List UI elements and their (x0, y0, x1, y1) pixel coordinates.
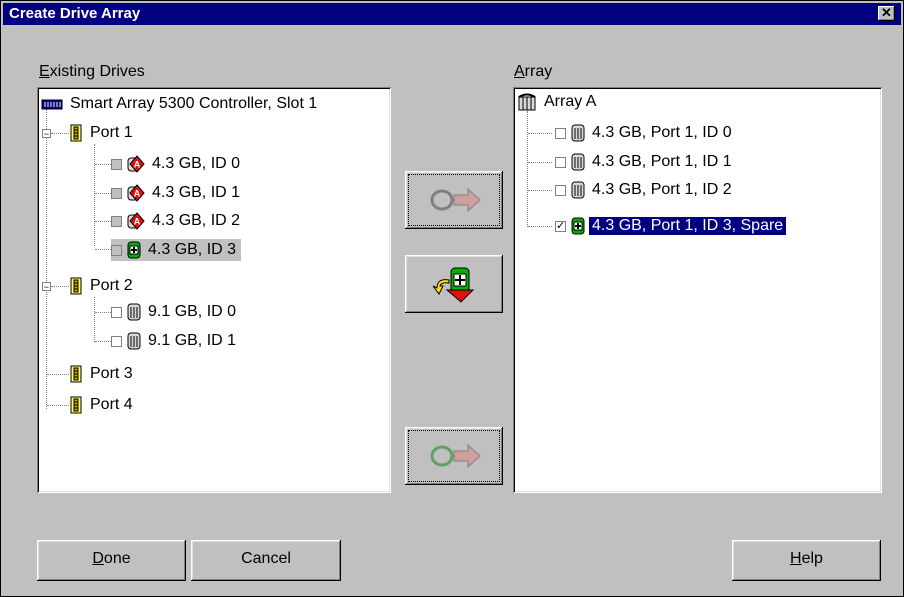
cancel-button[interactable]: Cancel (191, 540, 341, 581)
array-label-text: rray (524, 63, 553, 80)
array-tree[interactable]: Array A 4.3 GB, Port 1, ID 0 4.3 GB, Por… (513, 87, 882, 493)
drive-checkbox[interactable] (555, 156, 566, 168)
drive-checkbox[interactable] (555, 127, 566, 139)
port4-label: Port 4 (90, 396, 133, 413)
cancel-button-label: Cancel (241, 550, 291, 567)
drive-label: 4.3 GB, Port 1, ID 2 (592, 181, 732, 198)
controller-node[interactable]: Smart Array 5300 Controller, Slot 1 (41, 93, 320, 115)
drive-checkbox (111, 187, 122, 199)
done-mnemonic: D (92, 550, 104, 567)
spare-drive-assign-icon (432, 267, 475, 303)
assign-spare-button[interactable] (405, 255, 503, 313)
port1-collapse-toggle[interactable]: − (42, 129, 51, 139)
add-drive-arrow-icon (430, 187, 481, 213)
drive-checkbox (111, 244, 122, 256)
drive-node-p1-id0[interactable]: 4.3 GB, ID 0 (111, 153, 243, 175)
port-icon (69, 396, 83, 414)
drive-label: 4.3 GB, ID 1 (152, 184, 241, 201)
drive-label: 4.3 GB, ID 2 (152, 212, 241, 229)
title-bar: Create Drive Array ✕ (3, 3, 901, 25)
drive-checkbox[interactable] (555, 184, 566, 196)
drive-checkbox-checked[interactable]: ✓ (555, 220, 566, 232)
port1-label: Port 1 (90, 124, 133, 141)
controller-label: Smart Array 5300 Controller, Slot 1 (70, 95, 318, 112)
drive-label: 4.3 GB, ID 0 (152, 155, 241, 172)
help-button-label: Help (732, 540, 881, 578)
existing-drives-label-text: xisting Drives (49, 63, 145, 80)
drive-node-p2-id1[interactable]: 9.1 GB, ID 1 (111, 330, 239, 352)
port2-collapse-toggle[interactable]: − (42, 282, 51, 292)
existing-drives-label: Existing Drives (39, 63, 145, 81)
drive-icon (571, 124, 585, 142)
array-drive-id2[interactable]: 4.3 GB, Port 1, ID 2 (555, 179, 735, 201)
drive-checkbox[interactable] (111, 335, 122, 347)
port-icon (69, 277, 83, 295)
drive-checkbox (111, 215, 122, 227)
drive-label: 9.1 GB, ID 1 (148, 332, 237, 349)
help-button[interactable]: Help (732, 540, 881, 581)
done-label-text: one (103, 550, 131, 567)
drive-label: 4.3 GB, Port 1, ID 1 (592, 153, 732, 170)
add-drive-to-array-button[interactable] (405, 171, 503, 229)
remove-drive-arrow-icon (430, 443, 481, 469)
port1-node[interactable]: Port 1 (69, 122, 136, 144)
drive-label: 9.1 GB, ID 0 (148, 303, 237, 320)
assigned-drive-icon (127, 212, 145, 230)
done-button[interactable]: Done (37, 540, 186, 581)
array-a-label: Array A (544, 93, 597, 110)
array-mnemonic: A (514, 63, 525, 80)
existing-drives-tree[interactable]: − − Smart Array 5300 Controller, Slot 1 … (37, 87, 391, 493)
drive-label: 4.3 GB, ID 3 (148, 241, 237, 258)
drive-node-p1-id3[interactable]: 4.3 GB, ID 3 (111, 239, 242, 261)
array-a-node[interactable]: Array A (517, 91, 599, 113)
drive-checkbox[interactable] (111, 306, 122, 318)
drive-icon (571, 181, 585, 199)
remove-drive-button[interactable] (405, 427, 503, 485)
close-button[interactable]: ✕ (878, 6, 895, 21)
spare-drive-icon (571, 217, 585, 235)
dialog-title: Create Drive Array (9, 5, 141, 22)
drive-node-p1-id1[interactable]: 4.3 GB, ID 1 (111, 182, 243, 204)
port3-node[interactable]: Port 3 (69, 363, 136, 385)
assigned-drive-icon (127, 155, 145, 173)
done-button-label: Done (37, 540, 186, 578)
port4-node[interactable]: Port 4 (69, 394, 136, 416)
port-icon (69, 365, 83, 383)
assigned-drive-icon (127, 184, 145, 202)
port2-label: Port 2 (90, 277, 133, 294)
array-icon (517, 92, 537, 112)
array-drive-id1[interactable]: 4.3 GB, Port 1, ID 1 (555, 151, 735, 173)
array-drive-id3-spare[interactable]: ✓ 4.3 GB, Port 1, ID 3, Spare (555, 215, 788, 237)
drive-icon (127, 303, 141, 321)
drive-icon (571, 153, 585, 171)
port2-node[interactable]: Port 2 (69, 275, 136, 297)
controller-icon (41, 97, 63, 111)
existing-drives-mnemonic: E (39, 63, 50, 80)
spare-drive-icon (127, 241, 141, 259)
drive-checkbox (111, 158, 122, 170)
drive-label: 4.3 GB, Port 1, ID 0 (592, 124, 732, 141)
array-drive-id0[interactable]: 4.3 GB, Port 1, ID 0 (555, 122, 735, 144)
port3-label: Port 3 (90, 365, 133, 382)
array-label: Array (514, 63, 552, 81)
create-drive-array-dialog: Create Drive Array ✕ Existing Drives Arr… (0, 0, 904, 597)
port-icon (69, 124, 83, 142)
drive-label-selected: 4.3 GB, Port 1, ID 3, Spare (587, 216, 788, 236)
drive-icon (127, 332, 141, 350)
drive-node-p1-id2[interactable]: 4.3 GB, ID 2 (111, 210, 243, 232)
help-mnemonic: H (790, 550, 802, 567)
drive-node-p2-id0[interactable]: 9.1 GB, ID 0 (111, 301, 239, 323)
help-label-text: elp (801, 550, 823, 567)
